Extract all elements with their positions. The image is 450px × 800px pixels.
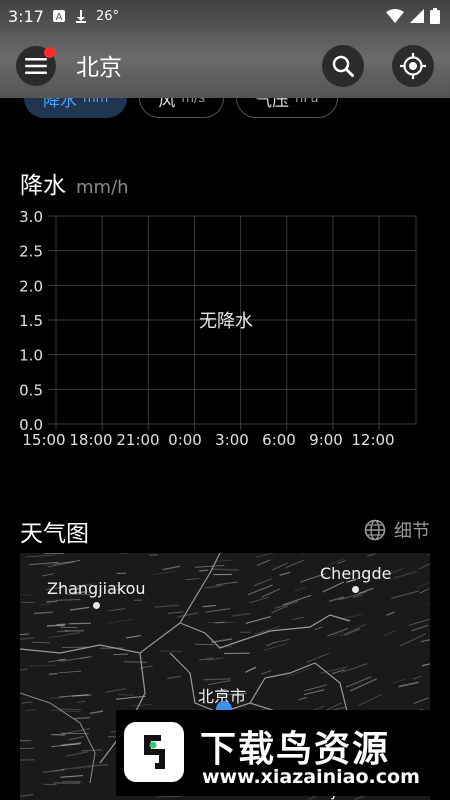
y-tick-label: 1.5 <box>19 312 43 330</box>
battery-icon <box>430 8 440 24</box>
map-detail-button[interactable]: 细节 <box>364 517 430 543</box>
x-tick-label: 0:00 <box>168 431 202 449</box>
watermark-url: www.xiazainiao.com <box>202 766 420 788</box>
y-tick-label: 2.5 <box>19 243 43 261</box>
status-temperature: 26° <box>95 8 119 24</box>
y-tick-label: 2.0 <box>19 277 43 295</box>
globe-icon <box>364 519 386 541</box>
precip-unit: mm/h <box>76 177 129 198</box>
zhangjiakou-label: Zhangjiakou <box>47 579 146 598</box>
bird-logo-icon <box>124 722 184 782</box>
x-tick-label: 9:00 <box>309 431 343 449</box>
no-precip-annotation: 无降水 <box>199 311 253 332</box>
signal-icon <box>410 9 424 23</box>
locate-button[interactable] <box>392 45 434 87</box>
x-tick-label: 6:00 <box>262 431 296 449</box>
status-bar: 3:17 A 26° <box>0 0 450 32</box>
x-tick-label: 18:00 <box>69 431 112 449</box>
detail-label: 细节 <box>394 521 430 542</box>
precip-section-title: 降水 mm/h <box>20 166 129 200</box>
precip-title: 降水 <box>20 173 66 199</box>
status-time: 3:17 <box>8 6 44 26</box>
map-title: 天气图 <box>20 521 89 547</box>
watermark-text: 下载鸟资源 <box>200 729 391 770</box>
chengde-marker <box>352 586 359 593</box>
x-tick-label: 12:00 <box>351 431 394 449</box>
watermark-banner: 下载鸟资源 www.xiazainiao.com <box>116 710 432 796</box>
x-tick-label: 21:00 <box>116 431 159 449</box>
wifi-icon <box>386 9 404 23</box>
crosshair-icon <box>400 53 426 79</box>
y-tick-label: 1.0 <box>19 347 43 365</box>
city-name: 北京 <box>76 55 122 81</box>
download-icon <box>75 10 86 23</box>
search-button[interactable] <box>322 45 364 87</box>
chengde-label: Chengde <box>320 564 392 583</box>
app-header: 北京 <box>0 32 450 98</box>
search-icon <box>332 55 354 77</box>
x-tick-label: 3:00 <box>215 431 249 449</box>
x-tick-label: 15:00 <box>22 431 65 449</box>
svg-text:A: A <box>56 12 63 23</box>
zhangjiakou-marker <box>93 602 100 609</box>
app-a-icon: A <box>52 10 65 23</box>
precip-chart: 0.0 0.5 1.0 1.5 2.0 2.5 3.0 15:00 18:00 21:00 0:00… <box>0 200 450 460</box>
y-tick-label: 3.0 <box>19 208 43 226</box>
precip-chart-svg: 0.00.51.01.52.02.53.015:00 18:00 21:00 0:00… <box>19 208 417 449</box>
menu-button[interactable] <box>16 46 56 86</box>
hamburger-icon <box>25 58 47 74</box>
y-tick-label: 0.5 <box>19 381 43 399</box>
notification-badge <box>44 47 55 58</box>
